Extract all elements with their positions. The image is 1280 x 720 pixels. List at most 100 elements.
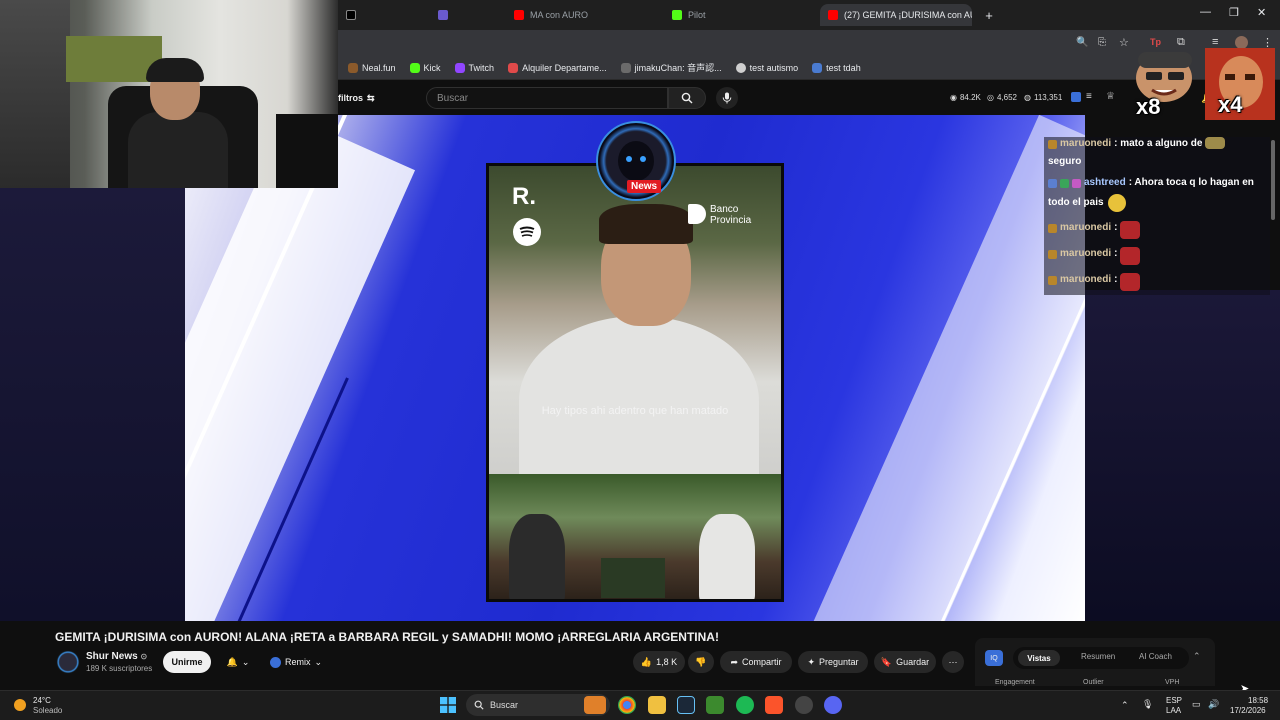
video-title: GEMITA ¡DURISIMA con AURON! ALANA ¡RETA … (55, 630, 719, 644)
notifications-dropdown[interactable]: 🔔 ⌄ (219, 651, 257, 673)
bookmark-icon: 🔖 (880, 656, 893, 667)
bookmark-test-tdah[interactable]: test tdah (812, 62, 861, 73)
bookmark-label: test tdah (826, 62, 861, 73)
more-actions-button[interactable]: ⋯ (942, 651, 964, 673)
chrome-icon[interactable] (618, 696, 636, 714)
volume-icon[interactable]: 🔊 (1208, 699, 1219, 710)
bookmark-kick[interactable]: Kick (409, 62, 441, 73)
tab-label: MA con AURO (530, 10, 589, 20)
search-button[interactable] (668, 87, 706, 109)
chat-scrollbar[interactable] (1271, 140, 1275, 220)
share-icon: ➦ (730, 656, 739, 667)
tab-ai-coach[interactable]: AI Coach (1139, 652, 1172, 661)
tab-twitch[interactable] (430, 4, 498, 26)
video-caption: Hay tipos ahi adentro que han matado (541, 405, 729, 417)
chat-badge-icon (1048, 276, 1057, 285)
twitch-icon (438, 10, 448, 20)
input-language[interactable]: ESP (1166, 696, 1182, 705)
chat-message: maruonedi : (1048, 247, 1141, 265)
bookmark-test-autismo[interactable]: test autismo (735, 62, 798, 73)
chat-text: : (1114, 248, 1118, 259)
hair (599, 204, 693, 244)
windows-start-icon[interactable] (440, 697, 456, 713)
channel-name-text: Shur News (86, 651, 138, 662)
voice-search-button[interactable] (716, 87, 738, 109)
ask-button[interactable]: ✦ Preguntar (798, 651, 868, 673)
search-icon (681, 92, 693, 104)
extension-tp-icon[interactable]: Tp (1150, 37, 1161, 47)
like-count: 1,8 K (656, 657, 678, 667)
new-tab-button[interactable]: + (980, 4, 998, 26)
minimize-icon[interactable]: — (1200, 6, 1211, 18)
keyboard-layout[interactable]: LAA (1166, 706, 1181, 715)
install-icon[interactable]: ⎘ (1098, 37, 1106, 48)
chat-text-continued: seguro (1048, 156, 1082, 167)
menu-icon[interactable]: ≡ (1086, 91, 1092, 102)
decor-band (185, 115, 416, 621)
network-icon[interactable]: ▭ (1192, 699, 1201, 710)
chat-message: maruonedi : (1048, 273, 1141, 291)
weather-condition[interactable]: Soleado (33, 706, 62, 715)
tab-active-youtube[interactable]: (27) GEMITA ¡DURISIMA con AU ✕ (820, 4, 972, 26)
remix-label: Remix (284, 657, 311, 667)
emote-icon (1205, 137, 1226, 149)
chat-username: maruonedi (1060, 222, 1112, 233)
emote-icon (1120, 273, 1141, 291)
discord-icon[interactable] (824, 696, 842, 714)
tab-youtube-1[interactable]: MA con AURO (506, 4, 654, 26)
steam-icon[interactable] (677, 696, 695, 714)
remix-button[interactable]: Remix ⌄ (265, 651, 327, 673)
microphone-icon[interactable]: 🎙 (1142, 699, 1153, 710)
sun-icon (14, 699, 26, 711)
subtab-outlier[interactable]: Outlier (1083, 679, 1104, 686)
kick-icon (409, 62, 420, 73)
kick-icon (672, 10, 682, 20)
bookmark-twitch[interactable]: Twitch (454, 62, 494, 73)
tab-vistas[interactable]: Vistas (1018, 650, 1060, 666)
channel-avatar[interactable] (56, 650, 80, 674)
weather-temp[interactable]: 24°C (33, 696, 51, 705)
bookmark-neal-fun[interactable]: Neal.fun (348, 62, 396, 73)
bookmark-label: Kick (423, 62, 441, 73)
stat-value: 4,652 (996, 93, 1018, 102)
maximize-icon[interactable]: ❐ (1229, 6, 1239, 19)
close-window-icon[interactable]: ✕ (1257, 6, 1266, 19)
tab-x[interactable] (338, 4, 360, 26)
filters-button[interactable]: filtros ⇆ (338, 93, 375, 104)
subtab-vph[interactable]: VPH (1165, 679, 1179, 686)
share-button[interactable]: ➦ Compartir (720, 651, 792, 673)
spotify-icon[interactable] (736, 696, 754, 714)
people-icon: ◍ (1024, 93, 1031, 102)
extension-badge-icon[interactable] (1071, 92, 1081, 102)
chat-badge-icon (1072, 179, 1081, 188)
clock-date[interactable]: 17/2/2026 (1230, 706, 1266, 715)
file-explorer-icon[interactable] (648, 696, 666, 714)
brave-icon[interactable] (765, 696, 783, 714)
tab-label: Vistas (1027, 653, 1051, 663)
channel-name[interactable]: Shur News ⊙ (86, 651, 147, 662)
tab-label: AI Coach (1139, 652, 1172, 661)
search-input[interactable]: Buscar (426, 87, 668, 109)
trophy-icon[interactable]: ♕ (1106, 91, 1115, 102)
sparkle-icon: ✦ (807, 656, 815, 667)
minecraft-icon[interactable] (706, 696, 724, 714)
chat-username: maruonedi (1060, 138, 1112, 149)
clock-time[interactable]: 18:58 (1248, 696, 1268, 705)
tab-resumen[interactable]: Resumen (1081, 652, 1115, 661)
spotify-icon (513, 218, 541, 246)
save-button[interactable]: 🔖 Guardar (874, 651, 936, 673)
bookmark-alquiler[interactable]: Alquiler Departame... (508, 62, 607, 73)
stat-likes: ◎ 4,652 (987, 93, 1017, 102)
zoom-icon[interactable]: 🔍 (1076, 37, 1088, 48)
chevron-up-icon[interactable]: ⌃ (1121, 700, 1129, 711)
dislike-button[interactable]: 👎 (688, 651, 714, 673)
banco-mark-icon (688, 204, 706, 224)
obs-icon[interactable] (795, 696, 813, 714)
tab-kick[interactable]: Pilot (664, 4, 804, 26)
menu-lines-icon[interactable]: ≡ (1212, 36, 1218, 48)
like-button[interactable]: 👍 1,8 K (633, 651, 685, 673)
subtab-engagement[interactable]: Engagement (995, 679, 1035, 686)
bookmark-jimakuchan[interactable]: jimakuChan: 音声認... (620, 61, 722, 74)
collapse-icon[interactable]: ⌃ (1193, 651, 1201, 662)
join-button[interactable]: Unirme (163, 651, 211, 673)
